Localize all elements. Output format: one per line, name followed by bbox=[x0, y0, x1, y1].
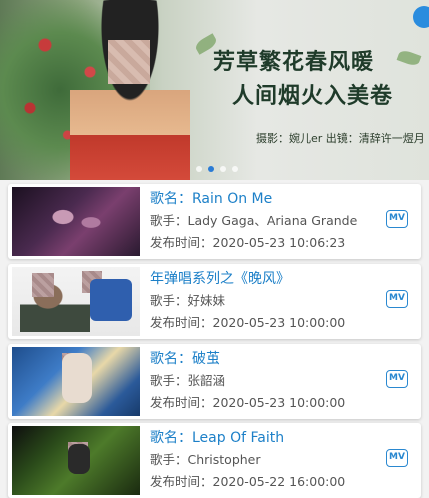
song-card[interactable]: 歌名：Rain On Me 歌手：Lady Gaga、Ariana Grande… bbox=[8, 184, 421, 259]
mv-button[interactable]: MV bbox=[386, 449, 408, 467]
blurred-face bbox=[82, 271, 102, 293]
carousel-dot[interactable] bbox=[196, 166, 202, 172]
song-artist: 歌手：好妹妹 bbox=[150, 293, 226, 308]
carousel-dot[interactable] bbox=[232, 166, 238, 172]
carousel-dot-active[interactable] bbox=[208, 166, 214, 172]
song-thumbnail[interactable] bbox=[12, 347, 140, 416]
song-date: 发布时间：2020-05-23 10:00:00 bbox=[150, 395, 346, 410]
song-artist: 歌手：Christopher bbox=[150, 452, 261, 467]
song-title: 歌名：Leap Of Faith bbox=[150, 430, 285, 446]
banner-carousel[interactable]: 芳草繁花春风暖 人间烟火入美卷 摄影：婉儿er 出镜：清辞许一煜月 bbox=[0, 0, 429, 180]
song-date: 发布时间：2020-05-23 10:06:23 bbox=[150, 235, 346, 250]
song-thumbnail[interactable] bbox=[12, 187, 140, 256]
song-thumbnail[interactable] bbox=[12, 426, 140, 495]
song-title: 歌名：Rain On Me bbox=[150, 191, 273, 207]
song-thumbnail[interactable] bbox=[12, 267, 140, 336]
mv-button[interactable]: MV bbox=[386, 210, 408, 228]
blurred-face bbox=[32, 273, 54, 297]
banner-title-line2: 人间烟火入美卷 bbox=[232, 83, 394, 109]
banner-title-line1: 芳草繁花春风暖 bbox=[213, 49, 375, 75]
mv-button[interactable]: MV bbox=[386, 370, 408, 388]
banner-credit: 摄影：婉儿er 出镜：清辞许一煜月 bbox=[256, 132, 425, 145]
song-card[interactable]: 歌名：Leap Of Faith 歌手：Christopher 发布时间：202… bbox=[8, 423, 421, 498]
blurred-face bbox=[108, 40, 150, 84]
carousel-dot[interactable] bbox=[220, 166, 226, 172]
song-date: 发布时间：2020-05-22 16:00:00 bbox=[150, 474, 346, 489]
carousel-indicator[interactable] bbox=[196, 166, 238, 172]
blurred-face bbox=[68, 442, 88, 462]
blurred-face bbox=[62, 353, 84, 377]
song-date: 发布时间：2020-05-23 10:00:00 bbox=[150, 315, 346, 330]
mv-button[interactable]: MV bbox=[386, 290, 408, 308]
song-artist: 歌手：Lady Gaga、Ariana Grande bbox=[150, 213, 358, 228]
song-title: 歌名：破茧 bbox=[150, 351, 220, 367]
song-card[interactable]: 年弹唱系列之《晚风》 歌手：好妹妹 发布时间：2020-05-23 10:00:… bbox=[8, 264, 421, 339]
banner-person-image bbox=[70, 0, 190, 180]
song-artist: 歌手：张韶涵 bbox=[150, 373, 226, 388]
corner-badge bbox=[413, 6, 429, 28]
song-card[interactable]: 歌名：破茧 歌手：张韶涵 发布时间：2020-05-23 10:00:00 MV bbox=[8, 344, 421, 419]
song-title: 年弹唱系列之《晚风》 bbox=[150, 271, 290, 287]
